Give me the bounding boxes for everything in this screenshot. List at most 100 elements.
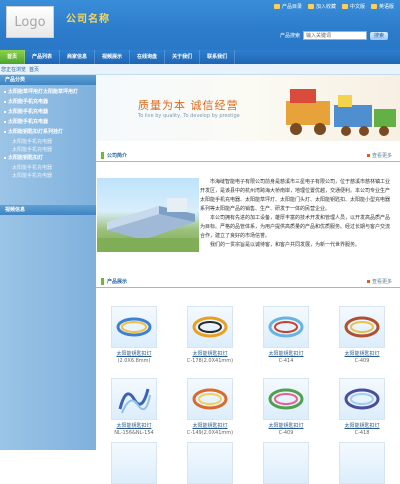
- banner-title: 质量为本 诚信经营: [138, 99, 239, 112]
- product-thumbnail[interactable]: [187, 306, 233, 348]
- top-link-label: 产品目录: [281, 4, 302, 10]
- product-code: C-409: [354, 358, 370, 364]
- product-thumbnail[interactable]: [339, 306, 385, 348]
- intro-paragraph: 本公司拥有先进的加工设备，雄厚丰富的技术开发和管理人员，以开发高品质产品为目标。…: [200, 215, 391, 239]
- intro-more-link[interactable]: 查看更多: [367, 152, 392, 159]
- product-card[interactable]: [172, 442, 248, 484]
- product-row-partial: [96, 442, 400, 484]
- product-thumbnail[interactable]: [187, 442, 233, 484]
- logo[interactable]: Logo: [6, 6, 54, 38]
- favorite-icon: [307, 4, 314, 9]
- product-card[interactable]: 太阳能钥匙扣灯 C-409: [324, 306, 400, 364]
- product-card[interactable]: [96, 442, 172, 484]
- logo-text: Logo: [14, 14, 46, 30]
- product-code: C-409: [278, 430, 294, 436]
- category-item[interactable]: 太阳能手机充电器: [4, 108, 92, 118]
- category-item[interactable]: 太阳能钥匙扣灯系列挂灯: [4, 128, 92, 138]
- product-thumbnail[interactable]: [263, 306, 309, 348]
- section-marker-icon: [101, 278, 104, 285]
- nav-item-home[interactable]: 首页: [0, 50, 25, 64]
- products-title: 产品展示: [107, 279, 128, 285]
- product-code: C-418: [354, 430, 370, 436]
- products-header: 产品展示 查看更多: [96, 276, 400, 288]
- nav-item-inquiry[interactable]: 在线询盘: [130, 50, 166, 64]
- product-card[interactable]: 太阳能钥匙扣灯 C-409: [248, 378, 324, 436]
- product-thumbnail[interactable]: [111, 378, 157, 420]
- product-name[interactable]: 太阳能钥匙扣灯: [344, 350, 379, 357]
- intro-paragraph: 我们的一贯宗旨是以诚待客，和客户共同发展，为新一代世界服务。: [210, 242, 361, 248]
- product-name[interactable]: 太阳能钥匙扣灯: [192, 422, 227, 429]
- product-name[interactable]: 太阳能钥匙扣灯: [116, 422, 151, 429]
- breadcrumb: 您正在浏览 首页: [0, 64, 400, 75]
- category-subitem[interactable]: 太阳能手机充电器: [4, 146, 92, 154]
- intro-text: 市海缝智能电子有限公司前身是慈溪市三星电子有限公司，位于慈溪市慈林镇工业开发区，…: [200, 178, 394, 250]
- category-item[interactable]: 太阳能手机充电器: [4, 98, 92, 108]
- top-link-catalog[interactable]: 产品目录: [273, 3, 302, 10]
- top-link-label: 英语版: [378, 4, 394, 10]
- category-item[interactable]: 太阳能草坪用灯太阳能草坪用灯: [4, 88, 92, 98]
- product-card[interactable]: 太阳能钥匙扣灯 C-178(2.0X41mm): [172, 306, 248, 364]
- toy-train-image: [286, 89, 396, 136]
- product-thumbnail[interactable]: [339, 378, 385, 420]
- intro-header: 公司简介 查看更多: [96, 150, 400, 162]
- product-card[interactable]: 太阳能钥匙扣灯 (2.0X6.8mm): [96, 306, 172, 364]
- nav-item-company[interactable]: 商家信息: [60, 50, 96, 64]
- product-name[interactable]: 太阳能钥匙扣灯: [192, 350, 227, 357]
- top-link-english[interactable]: 英语版: [370, 3, 394, 10]
- category-item[interactable]: 太阳能手机充电器: [4, 118, 92, 128]
- category-subitem[interactable]: 太阳能手机充电器: [4, 164, 92, 172]
- hero-banner: 质量为本 诚信经营 To live by quality, To develop…: [96, 75, 400, 141]
- products-more-link[interactable]: 查看更多: [367, 278, 392, 285]
- intro-paragraph: 市海缝智能电子有限公司前身是慈溪市三星电子有限公司，位于慈溪市慈林镇工业开发区，…: [200, 179, 391, 212]
- category-list: 太阳能草坪用灯太阳能草坪用灯 太阳能手机充电器 太阳能手机充电器 太阳能手机充电…: [0, 85, 96, 183]
- search-label: 产品搜索: [280, 33, 301, 39]
- product-thumbnail[interactable]: [263, 378, 309, 420]
- language-icon: [341, 4, 348, 9]
- nav-item-video[interactable]: 视频展示: [95, 50, 131, 64]
- category-item[interactable]: 太阳能钥匙扣灯: [4, 154, 92, 164]
- banner-subtitle: To live by quality, To develop by presti…: [138, 113, 240, 119]
- top-link-label: 加入收藏: [315, 4, 336, 10]
- category-subitem[interactable]: 太阳能手机充电器: [4, 172, 92, 180]
- product-thumbnail[interactable]: [339, 442, 385, 484]
- factory-illustration: [97, 198, 199, 252]
- product-thumbnail[interactable]: [187, 378, 233, 420]
- product-name[interactable]: 太阳能钥匙扣灯: [344, 422, 379, 429]
- category-subitem[interactable]: 太阳能手机充电器: [4, 138, 92, 146]
- breadcrumb-prefix: 您正在浏览: [1, 66, 27, 73]
- product-thumbnail[interactable]: [263, 442, 309, 484]
- product-row: 太阳能钥匙扣灯 (2.0X6.8mm) 太阳能钥匙扣灯 C-178(2.0X41…: [96, 306, 400, 364]
- language-icon: [370, 4, 377, 9]
- product-card[interactable]: 太阳能钥匙扣灯 C-414: [248, 306, 324, 364]
- breadcrumb-current[interactable]: 首页: [29, 66, 39, 73]
- nav-item-about[interactable]: 关于我们: [165, 50, 201, 64]
- product-code: C-178(2.0X41mm): [186, 358, 234, 364]
- product-row: 太阳能钥匙扣灯 NL-156&NL-154 太阳能钥匙扣灯 C-149(2.0X…: [96, 378, 400, 436]
- factory-image: [97, 178, 199, 252]
- nav-item-products[interactable]: 产品列表: [25, 50, 61, 64]
- product-thumbnail[interactable]: [111, 306, 157, 348]
- site-header: Logo 公司名称 产品目录 加入收藏 中文版 英语版 产品搜索 搜索: [0, 0, 400, 50]
- product-card[interactable]: 太阳能钥匙扣灯 NL-156&NL-154: [96, 378, 172, 436]
- product-card[interactable]: [248, 442, 324, 484]
- product-code: C-149(2.0X41mm): [186, 430, 234, 436]
- product-card[interactable]: 太阳能钥匙扣灯 C-418: [324, 378, 400, 436]
- nav-item-contact[interactable]: 联系我们: [200, 50, 236, 64]
- sidebar-title: 产品分类: [0, 75, 96, 85]
- product-name[interactable]: 太阳能钥匙扣灯: [268, 350, 303, 357]
- product-card[interactable]: 太阳能钥匙扣灯 C-149(2.0X41mm): [172, 378, 248, 436]
- search-bar: 产品搜索 搜索: [280, 31, 389, 40]
- product-thumbnail[interactable]: [111, 442, 157, 484]
- intro-title: 公司简介: [107, 153, 128, 159]
- product-name[interactable]: 太阳能钥匙扣灯: [268, 422, 303, 429]
- top-link-chinese[interactable]: 中文版: [341, 3, 365, 10]
- search-input[interactable]: [303, 31, 368, 40]
- product-code: C-414: [278, 358, 294, 364]
- search-button[interactable]: 搜索: [370, 31, 389, 40]
- product-code: (2.0X6.8mm): [117, 358, 151, 364]
- product-card[interactable]: [324, 442, 400, 484]
- product-name[interactable]: 太阳能钥匙扣灯: [116, 350, 151, 357]
- main-nav: 首页 产品列表 商家信息 视频展示 在线询盘 关于我们 联系我们: [0, 50, 400, 64]
- top-link-favorite[interactable]: 加入收藏: [307, 3, 336, 10]
- company-name: 公司名称: [66, 14, 110, 25]
